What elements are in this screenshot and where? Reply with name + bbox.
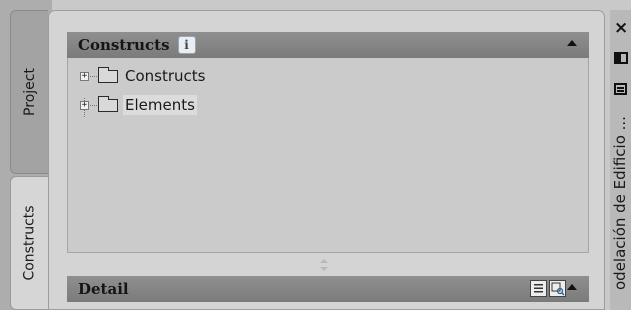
list-view-icon[interactable] (530, 280, 547, 297)
close-icon[interactable]: × (614, 20, 628, 37)
tab-project[interactable]: Project (10, 10, 48, 174)
detail-section-title: Detail (78, 280, 129, 298)
tree-item-label: Elements (123, 95, 197, 115)
tab-constructs[interactable]: Constructs (10, 176, 48, 310)
vertical-tab-strip: Project Constructs (0, 0, 52, 310)
palette-title: odelación de Edificio ... (611, 116, 629, 290)
folder-icon (98, 95, 118, 112)
splitter-icon[interactable] (319, 258, 329, 272)
collapse-icon[interactable] (567, 284, 577, 290)
info-icon[interactable]: i (177, 36, 196, 54)
tree-item-constructs[interactable]: + Constructs (80, 64, 207, 88)
tree-connector (90, 104, 97, 106)
project-navigator-panel: Constructs i + Constructs + Elements Det… (48, 10, 605, 310)
preview-icon[interactable] (549, 280, 566, 297)
dock-icon[interactable] (614, 52, 628, 64)
tree-connector (90, 75, 97, 77)
tree-item-elements[interactable]: + Elements (80, 93, 197, 117)
constructs-section-title: Constructs (78, 36, 170, 54)
folder-icon (98, 66, 118, 83)
tab-constructs-label: Constructs (21, 205, 38, 281)
detail-section-header[interactable]: Detail (67, 276, 589, 302)
expander-icon[interactable]: + (80, 100, 89, 110)
expander-icon[interactable]: + (80, 71, 89, 81)
constructs-section-header[interactable]: Constructs i (67, 32, 589, 58)
tab-project-label: Project (21, 68, 38, 116)
collapse-icon[interactable] (567, 40, 577, 46)
tree-item-label: Constructs (125, 67, 206, 85)
constructs-tree: + Constructs + Elements (67, 58, 589, 253)
